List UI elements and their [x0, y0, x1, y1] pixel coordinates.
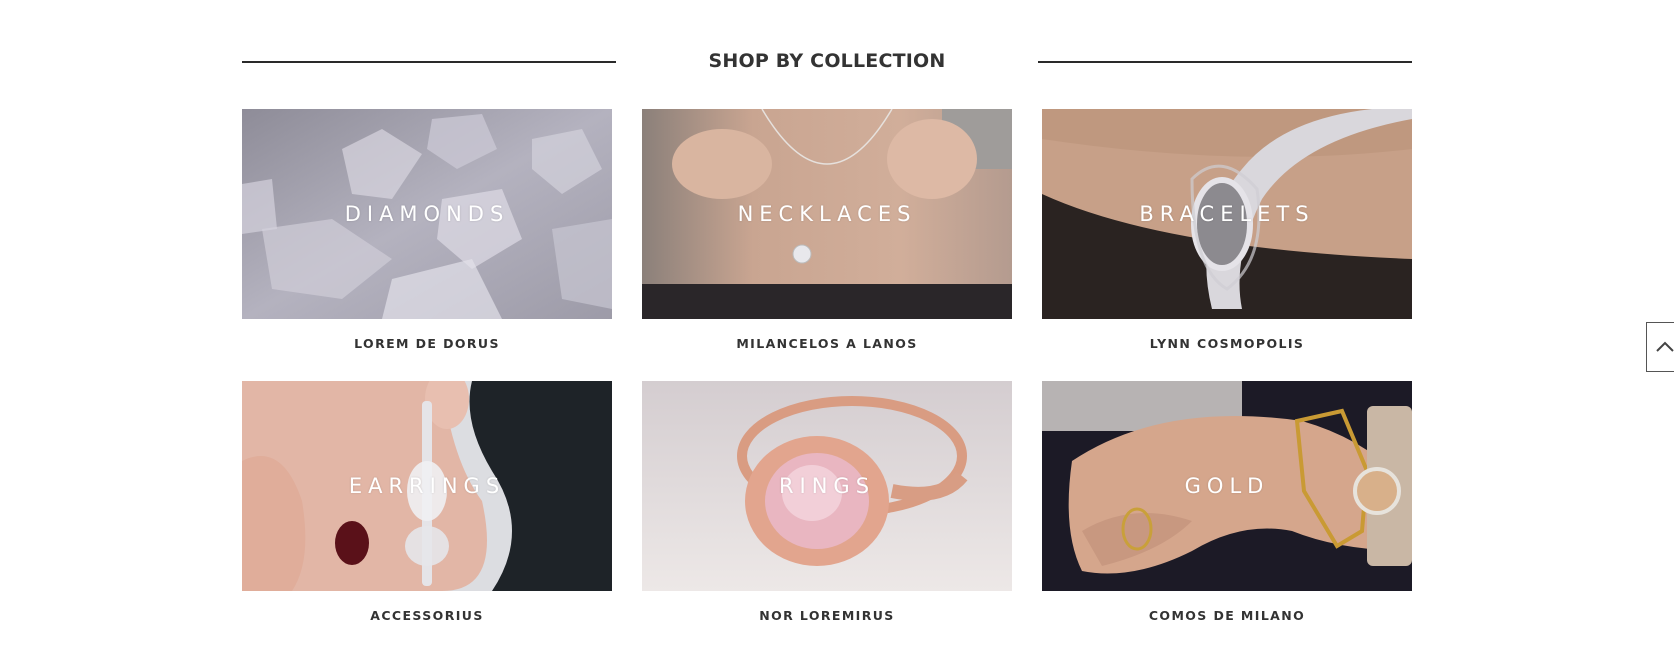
collection-image-rings[interactable]: RINGS: [642, 381, 1012, 591]
collection-caption-link[interactable]: NOR LOREMIRUS: [642, 608, 1012, 623]
collection-overlay-label: DIAMONDS: [344, 202, 510, 226]
collection-card-necklaces: NECKLACES MILANCELOS A LANOS: [642, 109, 1012, 351]
collection-caption-link[interactable]: ACCESSORIUS: [242, 608, 612, 623]
collection-card-diamonds: DIAMONDS LOREM DE DORUS: [242, 109, 612, 351]
collection-image-gold[interactable]: GOLD: [1042, 381, 1412, 591]
collection-card-earrings: EARRINGS ACCESSORIUS: [242, 381, 612, 623]
back-to-top-button[interactable]: [1646, 322, 1674, 372]
collection-overlay-label: BRACELETS: [1139, 202, 1315, 226]
collection-caption-link[interactable]: LYNN COSMOPOLIS: [1042, 336, 1412, 351]
collection-overlay-label: RINGS: [778, 474, 876, 498]
collection-card-bracelets: BRACELETS LYNN COSMOPOLIS: [1042, 109, 1412, 351]
collection-image-necklaces[interactable]: NECKLACES: [642, 109, 1012, 319]
chevron-up-icon: [1656, 341, 1674, 352]
collection-caption-link[interactable]: LOREM DE DORUS: [242, 336, 612, 351]
collection-overlay-label: NECKLACES: [737, 202, 917, 226]
collection-caption-link[interactable]: MILANCELOS A LANOS: [642, 336, 1012, 351]
collection-card-rings: RINGS NOR LOREMIRUS: [642, 381, 1012, 623]
collection-image-bracelets[interactable]: BRACELETS: [1042, 109, 1412, 319]
collection-overlay-label: GOLD: [1184, 474, 1270, 498]
collection-image-earrings[interactable]: EARRINGS: [242, 381, 612, 591]
collection-caption-link[interactable]: COMOS DE MILANO: [1042, 608, 1412, 623]
collection-image-diamonds[interactable]: DIAMONDS: [242, 109, 612, 319]
collection-card-gold: GOLD COMOS DE MILANO: [1042, 381, 1412, 623]
heading-rule-right: [1038, 61, 1412, 63]
section-heading: SHOP BY COLLECTION: [242, 40, 1412, 84]
collection-overlay-label: EARRINGS: [348, 474, 506, 498]
